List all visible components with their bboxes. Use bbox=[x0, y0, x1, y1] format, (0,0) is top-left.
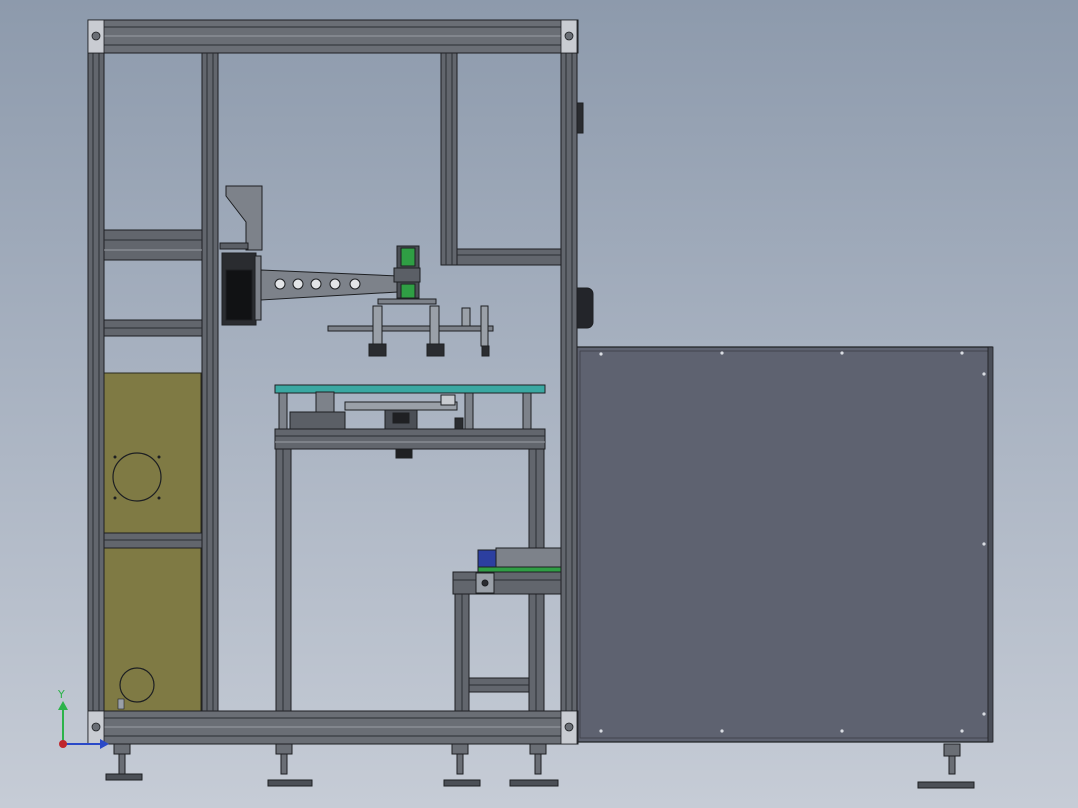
foot bbox=[105, 743, 143, 781]
foot bbox=[917, 743, 975, 789]
foot bbox=[443, 743, 481, 787]
side-cabinet-panel bbox=[575, 346, 994, 743]
foot bbox=[267, 743, 313, 787]
machine-drawing: Y bbox=[57, 19, 994, 789]
door-handle bbox=[576, 102, 594, 329]
foot bbox=[509, 743, 559, 787]
leveling-feet bbox=[105, 743, 975, 789]
axis-y-label: Y bbox=[57, 688, 65, 701]
cad-viewport[interactable]: Y bbox=[0, 0, 1078, 808]
conveyor-unit bbox=[452, 547, 562, 712]
